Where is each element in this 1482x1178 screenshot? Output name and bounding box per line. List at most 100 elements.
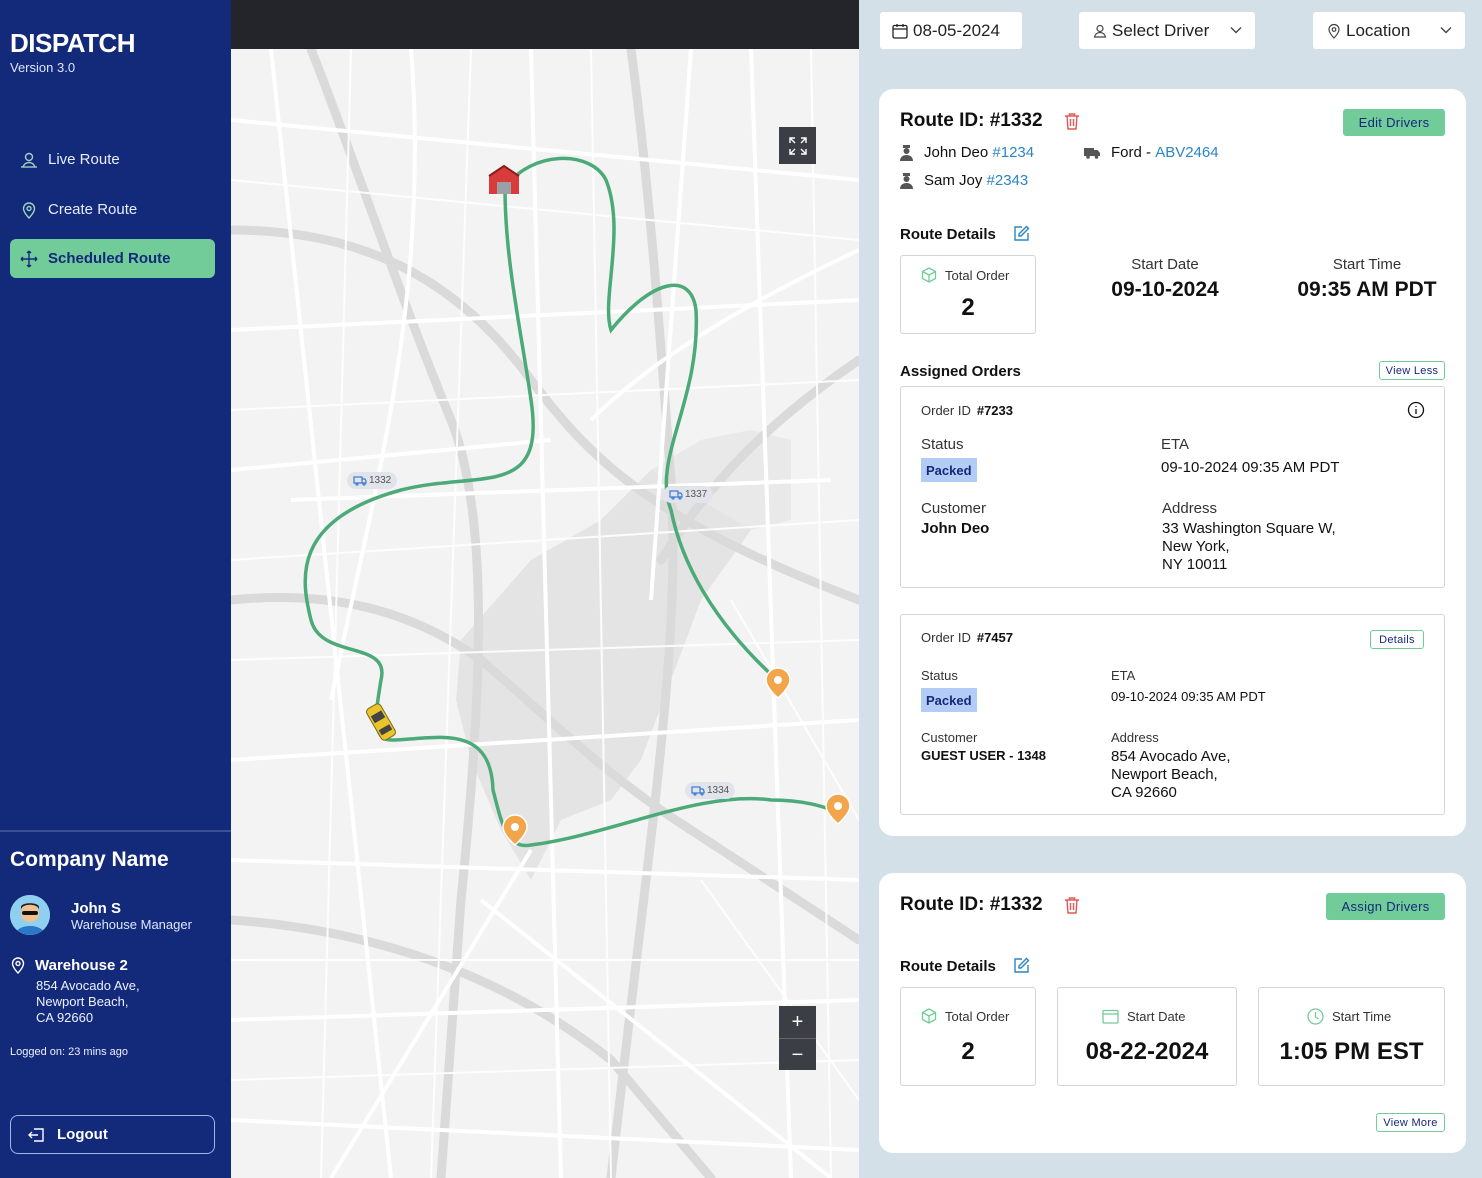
total-order-box: Total Order 2	[900, 987, 1036, 1086]
map-header-bar	[231, 0, 859, 49]
driver-select[interactable]: Select Driver	[1079, 12, 1255, 49]
driver-icon	[900, 172, 913, 189]
warehouse-icon	[488, 164, 520, 194]
view-more-button[interactable]: View More	[1376, 1113, 1445, 1132]
route-id: Route ID: #1332	[900, 110, 1043, 131]
customer-label: Customer	[921, 730, 978, 745]
total-order-label: Total Order	[921, 267, 1009, 283]
delete-route-button[interactable]	[1064, 896, 1080, 914]
user-role: Warehouse Manager	[71, 917, 192, 932]
move-arrows-icon	[20, 250, 38, 268]
eta-value: 09-10-2024 09:35 AM PDT	[1111, 689, 1266, 704]
route-tag[interactable]: 1334	[685, 782, 736, 799]
info-icon[interactable]	[1407, 401, 1425, 424]
driver-name: Sam Joy	[924, 172, 983, 189]
logout-button[interactable]: Logout	[10, 1115, 215, 1154]
user-name: John S	[71, 900, 122, 917]
driver-icon	[900, 144, 913, 161]
logout-label: Logout	[57, 1126, 108, 1143]
person-pin-icon	[20, 151, 38, 169]
total-order-label: Total Order	[921, 1008, 1009, 1024]
order-id: Order ID #7457	[921, 630, 1013, 645]
view-less-button[interactable]: View Less	[1379, 361, 1445, 380]
route-tag[interactable]: 1337	[663, 486, 714, 503]
order-id: Order ID #7233	[921, 403, 1013, 418]
sidebar-item-create-route[interactable]: Create Route	[10, 190, 215, 229]
location-pin-icon	[1327, 23, 1341, 39]
route-details-title: Route Details	[900, 958, 996, 975]
vehicle-entry: Ford - ABV2464	[1084, 144, 1219, 161]
sidebar-item-scheduled-route[interactable]: Scheduled Route	[10, 239, 215, 278]
location-pin-icon	[10, 956, 26, 979]
customer-value: John Deo	[921, 520, 990, 537]
driver-entry: John Deo #1234	[900, 144, 1034, 161]
clock-icon	[1307, 1008, 1324, 1025]
sidebar-item-live-route[interactable]: Live Route	[10, 140, 215, 179]
assign-drivers-button[interactable]: Assign Drivers	[1326, 893, 1445, 920]
sidebar-divider	[0, 830, 231, 832]
warehouse-name: Warehouse 2	[35, 957, 128, 974]
edit-details-button[interactable]	[1013, 225, 1030, 242]
start-time-value: 09:35 AM PDT	[1297, 278, 1437, 301]
edit-icon	[1014, 225, 1030, 241]
chevron-down-icon	[1439, 23, 1453, 37]
start-time-box: Start Time 1:05 PM EST	[1258, 987, 1445, 1086]
logged-on-status: Logged on: 23 mins ago	[10, 1046, 129, 1058]
calendar-icon	[892, 23, 908, 39]
edit-details-button[interactable]	[1013, 957, 1030, 974]
start-date-value: 09-10-2024	[1111, 278, 1219, 301]
driver-select-value: Select Driver	[1112, 20, 1210, 40]
zoom-in-button[interactable]: +	[779, 1006, 816, 1038]
driver-name: John Deo	[924, 144, 989, 161]
address-value: 854 Avocado Ave, Newport Beach, CA 92660	[1111, 748, 1231, 801]
trash-icon	[1065, 897, 1079, 914]
start-date-value: 08-22-2024	[1085, 1038, 1209, 1065]
total-order-value: 2	[961, 294, 975, 321]
eta-value: 09-10-2024 09:35 AM PDT	[1161, 459, 1340, 476]
start-time-label: Start Time	[1332, 256, 1402, 273]
company-name: Company Name	[10, 848, 169, 871]
app-logo: DISPATCH	[10, 28, 136, 58]
vehicle-plate-link[interactable]: ABV2464	[1155, 144, 1218, 161]
user-icon	[1093, 24, 1107, 38]
order-details-button[interactable]: Details	[1370, 630, 1424, 649]
truck-icon	[691, 785, 705, 796]
sidebar: DISPATCH Version 3.0 Live Route Create R…	[0, 0, 231, 1178]
route-card: Route ID: #1332 Edit Drivers John Deo #1…	[879, 89, 1466, 836]
address-value: 33 Washington Square W, New York, NY 100…	[1162, 520, 1336, 573]
truck-icon	[353, 475, 367, 486]
location-pin-icon	[20, 201, 38, 219]
delete-route-button[interactable]	[1064, 112, 1080, 130]
fullscreen-button[interactable]	[779, 127, 816, 164]
address-label: Address	[1111, 730, 1159, 745]
start-time-value: 1:05 PM EST	[1279, 1038, 1424, 1065]
location-select[interactable]: Location	[1313, 12, 1465, 49]
total-order-value: 2	[961, 1038, 975, 1065]
trash-icon	[1065, 113, 1079, 130]
total-order-box: Total Order 2	[900, 255, 1036, 334]
start-date-box: Start Date 08-22-2024	[1057, 987, 1237, 1086]
status-badge: Packed	[921, 458, 977, 482]
customer-label: Customer	[921, 500, 987, 517]
map-view[interactable]: 1332 1337 1334 + −	[231, 0, 859, 1178]
date-filter[interactable]: 08-05-2024	[880, 12, 1022, 49]
address-label: Address	[1162, 500, 1218, 517]
warehouse-address: 854 Avocado Ave, Newport Beach, CA 92660	[36, 978, 140, 1025]
expand-icon	[788, 136, 807, 155]
driver-entry: Sam Joy #2343	[900, 172, 1028, 189]
eta-label: ETA	[1161, 436, 1190, 453]
box-icon	[921, 267, 937, 283]
route-id: Route ID: #1332	[900, 894, 1043, 915]
zoom-out-button[interactable]: −	[779, 1039, 816, 1071]
edit-drivers-button[interactable]: Edit Drivers	[1343, 109, 1445, 136]
sidebar-item-label: Scheduled Route	[48, 250, 171, 267]
box-icon	[921, 1008, 937, 1024]
calendar-icon	[1102, 1009, 1119, 1024]
route-card: Route ID: #1332 Assign Drivers Route Det…	[879, 873, 1466, 1153]
route-details-title: Route Details	[900, 226, 996, 243]
truck-icon	[1084, 147, 1100, 159]
driver-id-link[interactable]: #2343	[987, 172, 1029, 189]
route-tag[interactable]: 1332	[347, 472, 398, 489]
driver-id-link[interactable]: #1234	[992, 144, 1034, 161]
vehicle-make: Ford -	[1111, 144, 1152, 161]
